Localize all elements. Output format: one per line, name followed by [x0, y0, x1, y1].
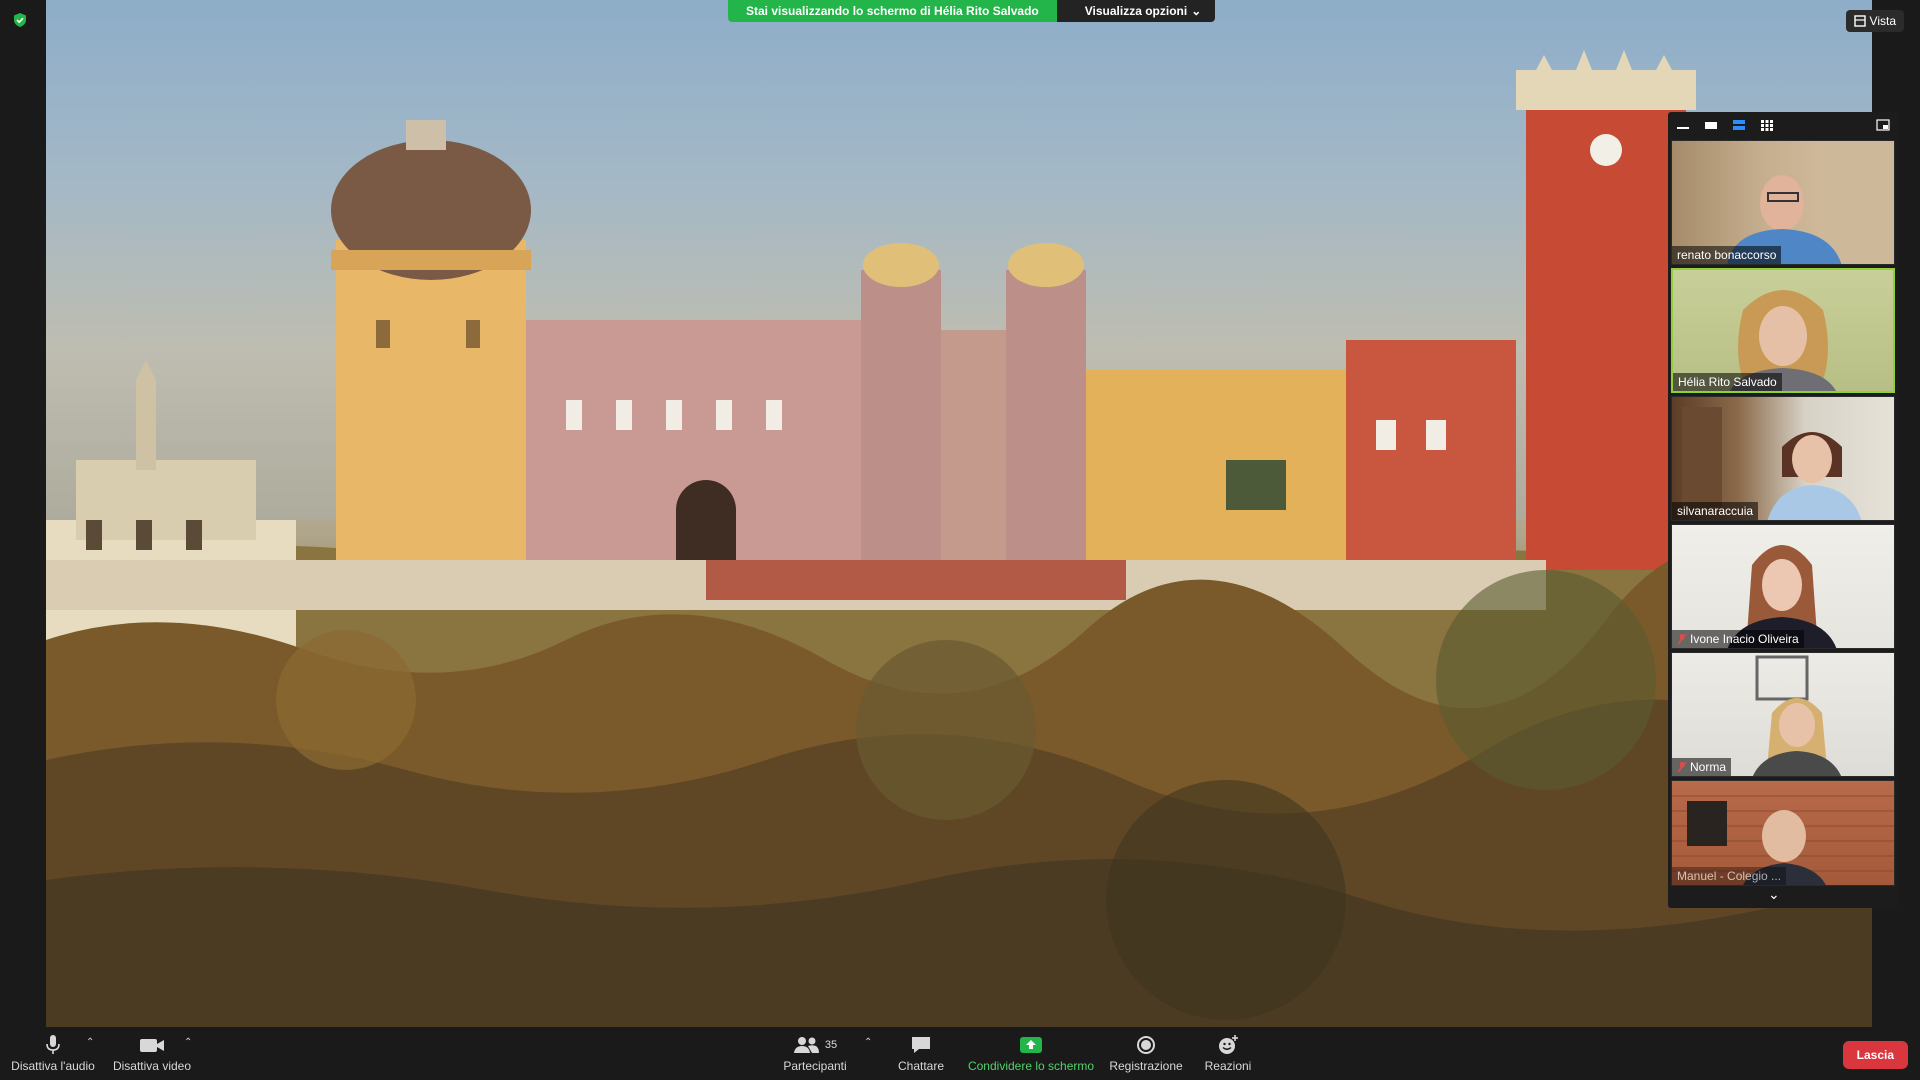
- view-button-label: Vista: [1869, 14, 1896, 28]
- participant-name-tag: Norma: [1672, 758, 1732, 776]
- audio-options-caret[interactable]: ⌃: [86, 1037, 94, 1048]
- leave-meeting-button[interactable]: Lascia: [1842, 1041, 1908, 1069]
- chat-button[interactable]: Chattare: [890, 1031, 952, 1073]
- participant-gallery: renato bonaccorso Hélia Rito Salvado sil…: [1668, 112, 1898, 908]
- participant-name: Ivone Inacio Oliveira: [1690, 632, 1799, 646]
- participant-tile[interactable]: silvanaraccuia: [1671, 396, 1895, 521]
- security-shield-icon[interactable]: [12, 12, 28, 28]
- participants-options-caret[interactable]: ⌃: [864, 1037, 872, 1048]
- participant-name: Hélia Rito Salvado: [1678, 375, 1777, 389]
- stop-video-button[interactable]: Disattiva video: [110, 1031, 194, 1073]
- record-icon: [1137, 1036, 1155, 1054]
- participants-icon: [793, 1037, 819, 1053]
- muted-mic-icon: [1677, 633, 1687, 645]
- gallery-grid-icon[interactable]: [1760, 119, 1774, 131]
- gallery-scroll-down[interactable]: ⌄: [1768, 886, 1780, 903]
- share-screen-label: Condividere lo schermo: [967, 1059, 1095, 1073]
- microphone-icon: [46, 1035, 60, 1054]
- share-screen-button[interactable]: Condividere lo schermo: [966, 1031, 1096, 1073]
- participant-tile-active-speaker[interactable]: Hélia Rito Salvado: [1671, 268, 1895, 393]
- video-camera-icon: [140, 1039, 164, 1052]
- stop-video-label: Disattiva video: [112, 1059, 192, 1073]
- participants-button[interactable]: 35 Partecipanti: [780, 1031, 850, 1073]
- video-options-caret[interactable]: ⌃: [184, 1037, 192, 1048]
- chevron-down-icon: ⌄: [1768, 886, 1780, 902]
- participants-count: 35: [824, 1039, 838, 1051]
- mute-audio-button[interactable]: Disattiva l'audio: [10, 1031, 96, 1073]
- participant-name: Norma: [1690, 760, 1727, 774]
- participant-name-tag: silvanaraccuia: [1672, 502, 1759, 520]
- speaker-view-icon[interactable]: [1704, 119, 1718, 131]
- participant-tile[interactable]: renato bonaccorso: [1671, 140, 1895, 265]
- participant-name-tag: renato bonaccorso: [1672, 246, 1782, 264]
- record-label: Registrazione: [1109, 1059, 1183, 1073]
- pop-out-icon[interactable]: [1876, 119, 1890, 131]
- strip-view-icon[interactable]: [1732, 119, 1746, 131]
- participant-name: renato bonaccorso: [1677, 248, 1777, 262]
- participant-name: silvanaraccuia: [1677, 504, 1754, 518]
- participant-tile[interactable]: Norma: [1671, 652, 1895, 777]
- meeting-controls-toolbar: Disattiva l'audio ⌃ Disattiva video ⌃ 35…: [0, 1027, 1920, 1080]
- zoom-meeting-window: Stai visualizzando lo schermo di Hélia R…: [0, 0, 1920, 1080]
- view-options-dropdown[interactable]: Visualizza opzioni ⌄: [1056, 0, 1216, 22]
- participant-name-tag: Ivone Inacio Oliveira: [1672, 630, 1804, 648]
- screen-share-banner: Stai visualizzando lo schermo di Hélia R…: [728, 0, 1216, 22]
- mute-audio-label: Disattiva l'audio: [11, 1059, 95, 1073]
- participants-label: Partecipanti: [783, 1059, 847, 1073]
- participant-name: Manuel - Colegio ...: [1677, 869, 1782, 883]
- chat-bubble-icon: [912, 1037, 930, 1053]
- minimize-icon[interactable]: [1676, 119, 1690, 131]
- record-button[interactable]: Registrazione: [1104, 1031, 1188, 1073]
- participant-tile[interactable]: Ivone Inacio Oliveira: [1671, 524, 1895, 649]
- share-screen-icon: [1020, 1037, 1042, 1053]
- chat-label: Chattare: [897, 1059, 945, 1073]
- view-button[interactable]: Vista: [1845, 10, 1904, 32]
- smiley-reaction-icon: [1219, 1035, 1238, 1054]
- muted-mic-icon: [1677, 761, 1687, 773]
- shared-palace-image: [46, 0, 1872, 1027]
- gallery-toolbar: [1668, 112, 1898, 138]
- view-options-label: Visualizza opzioni: [1084, 4, 1188, 18]
- participant-tile[interactable]: Manuel - Colegio ...: [1671, 780, 1895, 886]
- participant-name-tag: Manuel - Colegio ...: [1672, 867, 1787, 885]
- reactions-label: Reazioni: [1204, 1059, 1252, 1073]
- reactions-button[interactable]: Reazioni: [1198, 1031, 1258, 1073]
- sharing-status-text: Stai visualizzando lo schermo di Hélia R…: [728, 0, 1057, 22]
- grid-view-icon: [1853, 15, 1866, 27]
- participant-name-tag: Hélia Rito Salvado: [1673, 373, 1782, 391]
- shared-screen: [46, 0, 1872, 1027]
- chevron-down-icon: ⌄: [1191, 4, 1202, 18]
